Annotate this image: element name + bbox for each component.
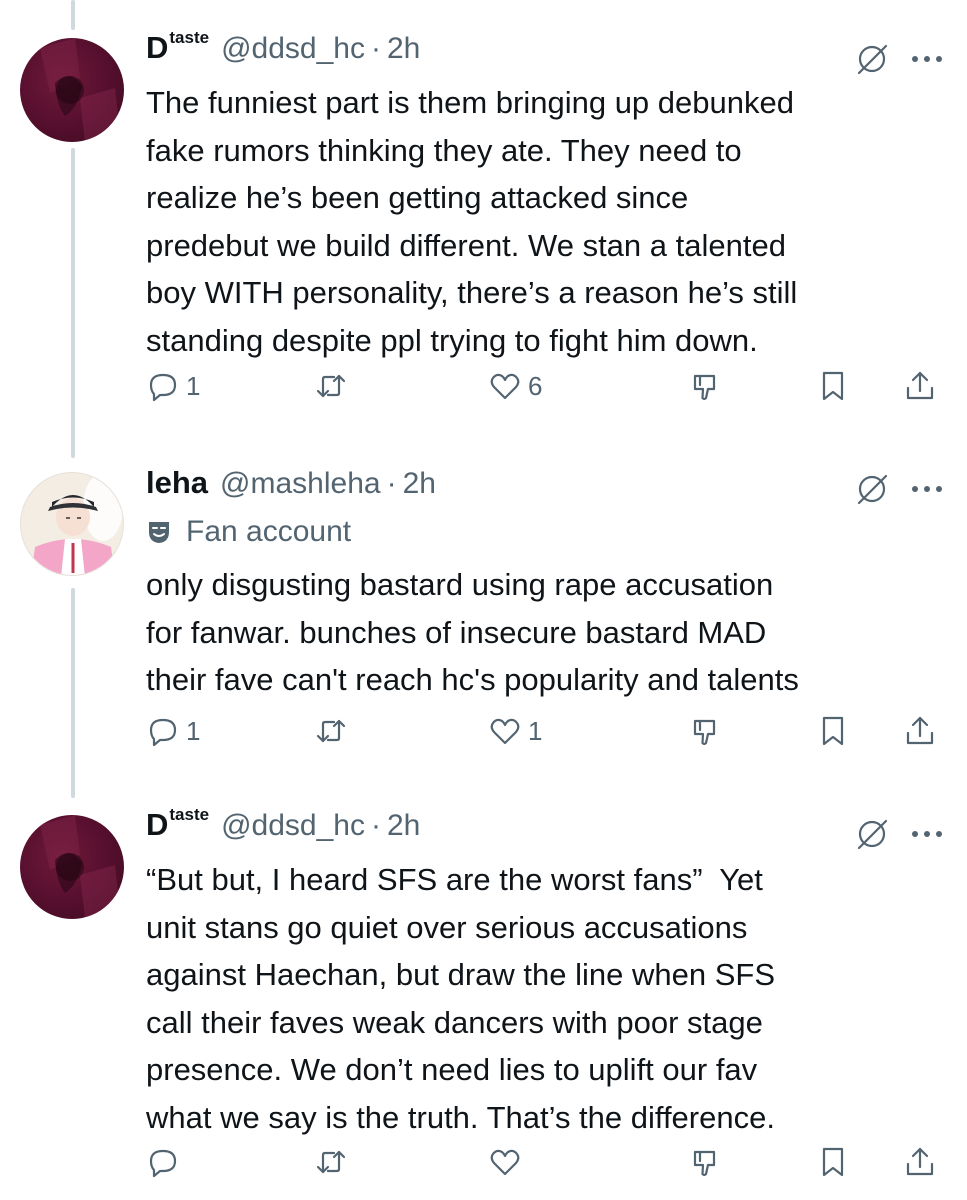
dislike-button[interactable] <box>691 369 725 403</box>
more-ellipsis-icon[interactable] <box>907 53 947 65</box>
tweet-action-bar <box>146 1145 946 1193</box>
separator-dot: · <box>370 32 381 65</box>
avatar-ddsd_hc[interactable] <box>20 815 124 919</box>
like-button[interactable] <box>488 1145 528 1179</box>
tweet-top-actions <box>853 815 947 853</box>
share-button[interactable] <box>903 1145 937 1179</box>
thread-line-1 <box>71 148 75 458</box>
timestamp[interactable]: 2h <box>387 32 420 66</box>
like-count: 1 <box>528 715 543 746</box>
reply-button[interactable] <box>146 1145 186 1179</box>
speech-bubble-icon <box>149 718 177 747</box>
retweet-button[interactable] <box>314 1145 354 1179</box>
tweet-text-line: for fanwar. bunches of insecure bastard … <box>146 614 767 650</box>
theater-mask-icon <box>149 522 169 543</box>
like-count: 6 <box>528 370 543 401</box>
share-button[interactable] <box>903 369 937 403</box>
share-upload-icon <box>906 371 934 400</box>
tweet-text-line: “But but, I heard SFS are the worst fans… <box>146 862 763 897</box>
thread-line-top <box>71 0 75 30</box>
retweet-arrows-icon <box>316 1150 346 1174</box>
tweet-text-line: predebut we build different. We stan a t… <box>146 227 786 263</box>
separator-dot: · <box>370 809 381 842</box>
tweet-text-line: boy WITH personality, there’s a reason h… <box>146 275 798 310</box>
reply-button[interactable]: 1 <box>146 369 200 403</box>
dislike-button[interactable] <box>691 1145 725 1179</box>
tweet-text-line: realize he’s been getting attacked since <box>146 180 689 215</box>
like-button[interactable]: 6 <box>488 369 542 403</box>
username-handle[interactable]: @mashleha <box>220 467 381 501</box>
display-name[interactable]: leha <box>146 465 208 501</box>
tweet-text-line: what we say is the truth. That’s the dif… <box>146 1099 775 1135</box>
heart-icon <box>490 373 520 400</box>
tweet-action-bar: 1 6 <box>146 369 946 417</box>
tweet-header: Dtaste @ddsd_hc · 2h <box>146 805 420 851</box>
share-upload-icon <box>906 716 934 745</box>
thread-line-2 <box>71 588 75 798</box>
more-ellipsis-icon[interactable] <box>907 828 947 840</box>
timestamp[interactable]: 2h <box>387 809 420 843</box>
tweet-header: leha @mashleha · 2h <box>146 465 436 509</box>
retweet-arrows-icon <box>316 374 346 398</box>
bookmark-icon <box>822 1147 844 1177</box>
tweet-text-line: unit stans go quiet over serious accusat… <box>146 909 748 945</box>
bookmark-button[interactable] <box>816 369 850 403</box>
like-button[interactable]: 1 <box>488 714 542 748</box>
tweet-text: “But but, I heard SFS are the worst fans… <box>146 856 946 1141</box>
tweet-top-actions <box>853 40 947 78</box>
grok-slash-icon[interactable] <box>853 815 891 853</box>
separator-dot: · <box>386 467 397 500</box>
reply-button[interactable]: 1 <box>146 714 200 748</box>
reply-count: 1 <box>186 715 201 746</box>
dislike-button[interactable] <box>691 714 725 748</box>
share-button[interactable] <box>903 714 937 748</box>
thumbs-down-icon <box>693 1150 716 1177</box>
tweet-text-line: against Haechan, but draw the line when … <box>146 957 775 992</box>
bookmark-button[interactable] <box>816 1145 850 1179</box>
tweet-top-actions <box>853 470 947 508</box>
tweet-text-line: their fave can't reach hc's popularity a… <box>146 662 799 697</box>
tweet-text-line: The funniest part is them bringing up de… <box>146 85 794 120</box>
more-ellipsis-icon[interactable] <box>907 483 947 495</box>
bookmark-button[interactable] <box>816 714 850 748</box>
tweet-text-line: standing despite ppl trying to fight him… <box>146 322 758 358</box>
heart-icon <box>490 1149 520 1176</box>
tweet-text-line: fake rumors thinking they ate. They need… <box>146 132 742 168</box>
retweet-button[interactable] <box>314 714 354 748</box>
bookmark-icon <box>822 371 844 401</box>
tweet-text-line: presence. We don’t need lies to uplift o… <box>146 1052 758 1087</box>
share-upload-icon <box>906 1147 934 1176</box>
tweet-action-bar: 1 1 <box>146 714 946 762</box>
retweet-button[interactable] <box>314 369 354 403</box>
grok-slash-icon[interactable] <box>853 40 891 78</box>
tweet-text-line: call their faves weak dancers with poor … <box>146 1004 763 1040</box>
retweet-arrows-icon <box>316 719 346 743</box>
display-name[interactable]: Dtaste <box>146 805 209 843</box>
speech-bubble-icon <box>149 1149 177 1178</box>
avatar-ddsd_hc[interactable] <box>20 38 124 142</box>
thumbs-down-icon <box>693 719 716 746</box>
username-handle[interactable]: @ddsd_hc <box>221 32 365 66</box>
fan-account-text: Fan account <box>186 515 352 548</box>
grok-slash-icon[interactable] <box>853 470 891 508</box>
tweet-text-line: only disgusting bastard using rape accus… <box>146 567 774 602</box>
display-name[interactable]: Dtaste <box>146 28 209 66</box>
timestamp[interactable]: 2h <box>403 467 436 501</box>
heart-icon <box>490 718 520 745</box>
bookmark-icon <box>822 716 844 746</box>
avatar-mashleha[interactable] <box>20 472 124 576</box>
tweet-header: Dtaste @ddsd_hc · 2h <box>146 28 420 74</box>
reply-count: 1 <box>186 370 201 401</box>
tweet-text: only disgusting bastard using rape accus… <box>146 561 946 704</box>
thumbs-down-icon <box>693 374 716 401</box>
username-handle[interactable]: @ddsd_hc <box>221 809 365 843</box>
speech-bubble-icon <box>149 373 177 402</box>
fan-account-label: Fan account <box>146 515 351 549</box>
tweet-text: The funniest part is them bringing up de… <box>146 79 946 364</box>
